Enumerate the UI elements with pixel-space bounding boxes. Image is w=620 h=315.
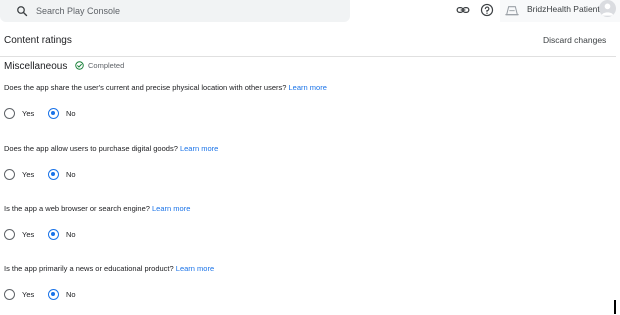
- radio-label: No: [66, 290, 76, 299]
- app-icon: [505, 6, 519, 16]
- search-input[interactable]: [36, 2, 336, 20]
- learn-more-link[interactable]: Learn more: [176, 264, 214, 273]
- radio-label: Yes: [22, 109, 35, 118]
- status-badge: Completed: [88, 61, 125, 70]
- radio-label: No: [66, 109, 76, 118]
- radio-button-selected[interactable]: [48, 289, 59, 300]
- learn-more-link[interactable]: Learn more: [180, 144, 218, 153]
- radio-button[interactable]: [4, 289, 15, 300]
- check-circle-icon: [75, 61, 84, 70]
- text-cursor: [614, 300, 616, 314]
- radio-button[interactable]: [4, 229, 15, 240]
- radio-label: Yes: [22, 290, 35, 299]
- radio-label: Yes: [22, 170, 35, 179]
- learn-more-link[interactable]: Learn more: [152, 204, 190, 213]
- avatar-icon[interactable]: [599, 0, 616, 17]
- page-title: Content ratings: [4, 35, 72, 46]
- search-bar[interactable]: [0, 0, 350, 22]
- question-label: Does the app allow users to purchase dig…: [4, 144, 178, 153]
- question-text: Does the app share the user's current an…: [4, 83, 327, 92]
- header-divider: [0, 56, 616, 57]
- discard-changes-button[interactable]: Discard changes: [538, 33, 611, 47]
- radio-button-selected[interactable]: [48, 229, 59, 240]
- radio-label: No: [66, 230, 76, 239]
- app-selector[interactable]: BridzHealth Patient: [500, 0, 620, 22]
- section-title: Miscellaneous: [4, 61, 68, 72]
- learn-more-link[interactable]: Learn more: [289, 83, 327, 92]
- question-label: Is the app a web browser or search engin…: [4, 204, 150, 213]
- app-name: BridzHealth Patient: [527, 4, 600, 14]
- question-label: Is the app primarily a news or education…: [4, 264, 174, 273]
- question-label: Does the app share the user's current an…: [4, 83, 287, 92]
- search-icon: [17, 6, 28, 17]
- radio-button-selected[interactable]: [48, 108, 59, 119]
- radio-button-selected[interactable]: [48, 169, 59, 180]
- question-text: Does the app allow users to purchase dig…: [4, 144, 218, 153]
- radio-label: No: [66, 170, 76, 179]
- question-text: Is the app primarily a news or education…: [4, 264, 214, 273]
- radio-button[interactable]: [4, 108, 15, 119]
- help-icon[interactable]: [479, 2, 495, 18]
- radio-button[interactable]: [4, 169, 15, 180]
- link-icon[interactable]: [455, 2, 471, 18]
- question-text: Is the app a web browser or search engin…: [4, 204, 190, 213]
- radio-label: Yes: [22, 230, 35, 239]
